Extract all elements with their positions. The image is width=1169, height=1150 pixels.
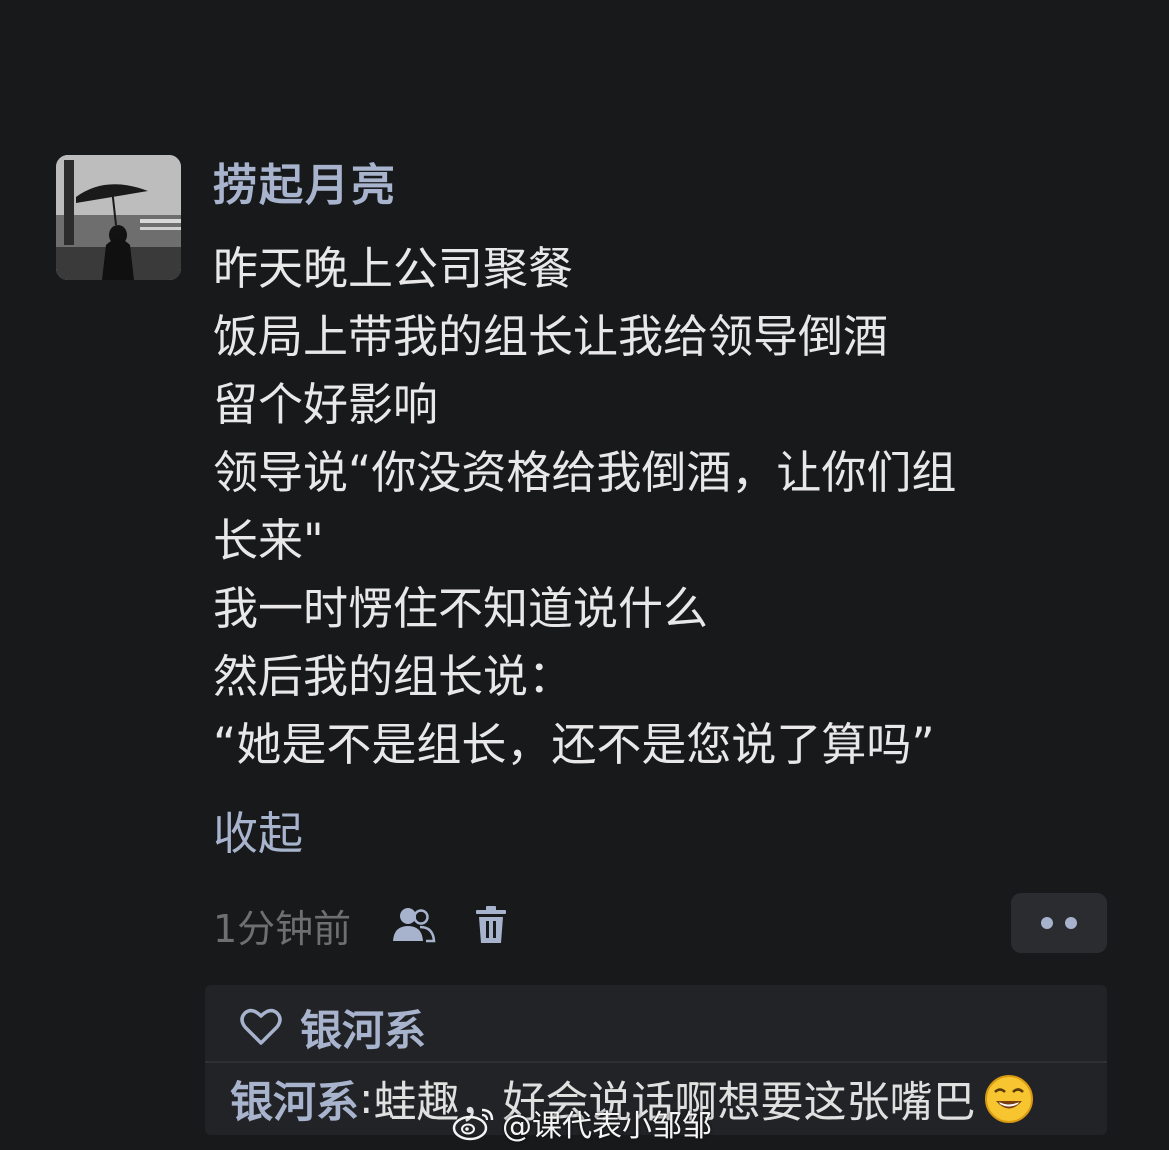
post-meta: 1分钟前 xyxy=(213,895,545,955)
likes-row: 银河系 xyxy=(240,997,426,1057)
avatar-photo xyxy=(56,155,181,280)
post-line: 长来" xyxy=(213,514,324,567)
post-line: 我一时愣住不知道说什么 xyxy=(213,582,709,635)
people-icon[interactable] xyxy=(389,901,437,949)
divider xyxy=(205,1061,1107,1063)
post-line: 饭局上带我的组长让我给领导倒酒 xyxy=(213,310,889,363)
more-button[interactable] xyxy=(1011,893,1107,953)
more-dots-icon xyxy=(1041,917,1053,929)
author-name[interactable]: 捞起月亮 xyxy=(213,156,397,216)
heart-icon xyxy=(240,1008,282,1045)
post-body: 昨天晚上公司聚餐 饭局上带我的组长让我给领导倒酒 留个好影响 领导说“你没资格给… xyxy=(213,235,1093,779)
watermark-text: @课代表小邹邹 xyxy=(502,1109,712,1144)
comment-separator: : xyxy=(359,1074,374,1124)
watermark: @课代表小邹邹 xyxy=(452,1100,712,1146)
post-line: 留个好影响 xyxy=(213,378,439,431)
like-user-name[interactable]: 银河系 xyxy=(300,997,426,1058)
post-line: 然后我的组长说： xyxy=(213,650,574,703)
comment-user[interactable]: 银河系 xyxy=(230,1068,359,1130)
post-line: 昨天晚上公司聚餐 xyxy=(213,242,574,295)
weibo-logo-icon xyxy=(452,1108,494,1141)
grinning-emoji-icon xyxy=(984,1075,1033,1123)
post-line: “她是不是组长，还不是您说了算吗” xyxy=(213,718,935,771)
more-dots-icon xyxy=(1065,917,1077,929)
avatar[interactable] xyxy=(56,155,181,280)
post-line: 领导说“你没资格给我倒酒，让你们组 xyxy=(213,446,957,499)
moment-post: 捞起月亮 昨天晚上公司聚餐 饭局上带我的组长让我给领导倒酒 留个好影响 领导说“… xyxy=(0,0,1169,1150)
post-time: 1分钟前 xyxy=(213,906,352,951)
trash-icon[interactable] xyxy=(467,901,515,949)
collapse-button[interactable]: 收起 xyxy=(213,800,303,868)
